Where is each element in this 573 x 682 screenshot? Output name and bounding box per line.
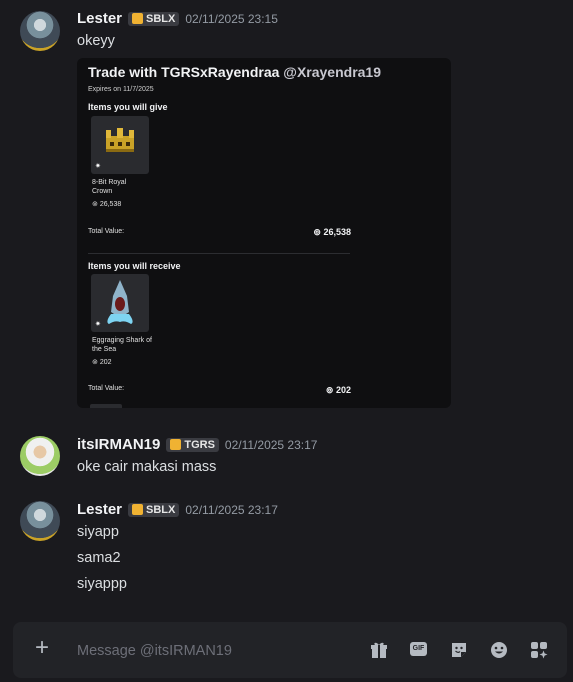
username[interactable]: Lester [77,501,122,518]
guild-tag-label: SBLX [146,12,176,25]
divider [88,253,350,254]
receive-item-value: ⊚ 202 [92,359,112,366]
timestamp: 02/11/2025 23:15 [185,11,278,26]
message-text: siyapp [77,524,119,540]
robux-icon: ⊚ [92,201,98,208]
avatar[interactable] [20,501,60,541]
receive-heading: Items you will receive [88,261,181,271]
sticker-icon[interactable] [449,640,469,660]
guild-tag[interactable]: SBLX [128,502,180,517]
give-total-value: ⊚ 26,538 [313,227,351,237]
username[interactable]: Lester [77,10,122,27]
message-text: sama2 [77,550,121,566]
apps-icon[interactable] [529,640,549,660]
give-item-value: ⊚ 26,538 [92,201,122,208]
guild-tag-label: SBLX [146,503,176,516]
timestamp: 02/11/2025 23:17 [185,502,278,517]
message-text: siyappp [77,576,127,592]
guild-tag[interactable]: TGRS [166,437,219,452]
receive-total-label: Total Value: [88,385,125,392]
robux-icon: ⊚ [313,227,321,237]
sparkle-icon: ✷ [95,321,101,328]
receive-item-thumbnail[interactable]: ✷ [91,274,149,332]
gift-icon[interactable] [369,640,389,660]
give-item-name: 8-Bit Royal Crown [92,179,127,195]
guild-tag-label: TGRS [184,438,215,451]
robux-icon: ⊚ [92,359,98,366]
robux-icon: ⊚ [325,385,334,395]
gif-icon[interactable]: GIF [410,642,427,656]
receive-item-name: Eggraging Shark of the Sea [92,337,152,353]
give-item-thumbnail[interactable]: ✷ [91,116,149,174]
give-heading: Items you will give [88,102,168,112]
message-composer: + GIF [13,622,567,678]
give-total-label: Total Value: [88,228,125,235]
sparkle-icon: ✷ [95,163,101,170]
trade-expiry: Expires on 11/7/2025 [88,86,154,93]
guild-tag[interactable]: SBLX [128,11,180,26]
message-input[interactable] [75,639,359,663]
trade-title-text: Trade with TGRSxRayendraa [88,64,280,80]
message-text: okeyy [77,33,115,49]
trade-card[interactable]: Trade with TGRSxRayendraa @Xrayendra19 E… [77,58,451,408]
receive-total-value: ⊚ 202 [325,385,351,395]
timestamp: 02/11/2025 23:17 [224,437,318,452]
guild-tag-icon [132,504,144,515]
card-overflow-stub [90,404,122,408]
avatar[interactable] [20,11,60,51]
emoji-icon[interactable] [489,640,509,660]
trade-title: Trade with TGRSxRayendraa @Xrayendra19 [88,64,381,80]
guild-tag-icon [170,439,182,450]
message-text: oke cair makasi mass [77,459,217,475]
trade-handle: @Xrayendra19 [283,64,382,80]
guild-tag-icon [132,13,144,24]
avatar[interactable] [20,436,60,476]
plus-icon[interactable]: + [31,636,53,660]
username[interactable]: itsIRMAN19 [77,436,160,453]
